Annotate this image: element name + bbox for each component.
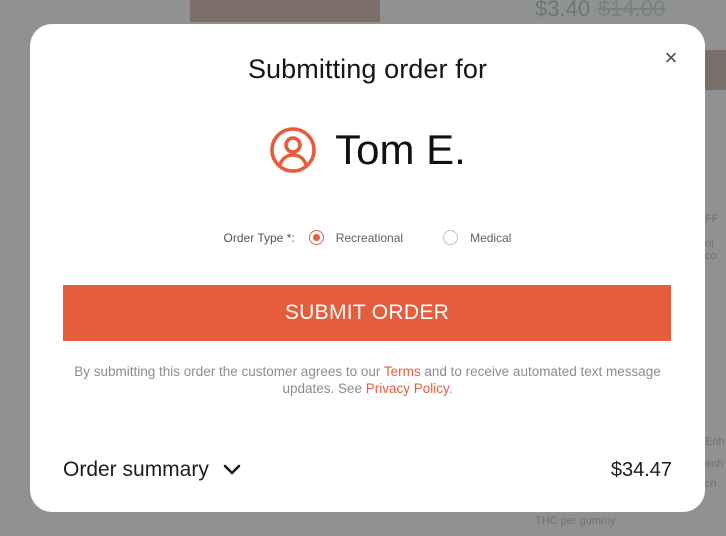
customer-info: Tom E. bbox=[30, 126, 705, 174]
background-text: FF bbox=[705, 213, 719, 225]
privacy-policy-link[interactable]: Privacy Policy bbox=[366, 381, 449, 396]
order-summary-label: Order summary bbox=[63, 458, 209, 481]
radio-label: Medical bbox=[470, 230, 512, 245]
radio-label: Recreational bbox=[335, 230, 404, 245]
chevron-down-icon[interactable] bbox=[223, 464, 241, 476]
radio-recreational[interactable]: Recreational bbox=[308, 230, 404, 245]
disclaimer-text: By submitting this order the customer ag… bbox=[74, 364, 661, 396]
radio-button[interactable] bbox=[443, 230, 459, 245]
submit-order-button[interactable]: SUBMIT ORDER bbox=[63, 285, 671, 341]
order-total: $34.47 bbox=[610, 458, 672, 481]
background-text: ch bbox=[705, 478, 717, 490]
radio-button-checked[interactable] bbox=[308, 230, 324, 245]
background-text: Enh bbox=[705, 436, 725, 448]
background-text: enh bbox=[705, 458, 724, 470]
background-price: $3.40 $14.00 bbox=[535, 0, 666, 21]
order-summary-toggle[interactable]: Order summary bbox=[63, 458, 241, 482]
user-circle-icon bbox=[270, 127, 316, 173]
order-type-group: Order Type *: Recreational Medical bbox=[30, 230, 705, 245]
submit-order-modal: × Submitting order for Tom E. Order Type… bbox=[30, 24, 705, 512]
order-type-label: Order Type *: bbox=[223, 230, 295, 245]
customer-name: Tom E. bbox=[335, 126, 466, 173]
order-summary-bar: Order summary $34.47 bbox=[63, 458, 672, 482]
background-text: nt co bbox=[705, 238, 717, 262]
background-text: THC per gummy bbox=[535, 515, 616, 527]
background-product-image bbox=[190, 0, 380, 22]
radio-medical[interactable]: Medical bbox=[443, 230, 511, 245]
modal-title: Submitting order for bbox=[247, 54, 488, 84]
terms-link[interactable]: Terms bbox=[384, 364, 421, 379]
